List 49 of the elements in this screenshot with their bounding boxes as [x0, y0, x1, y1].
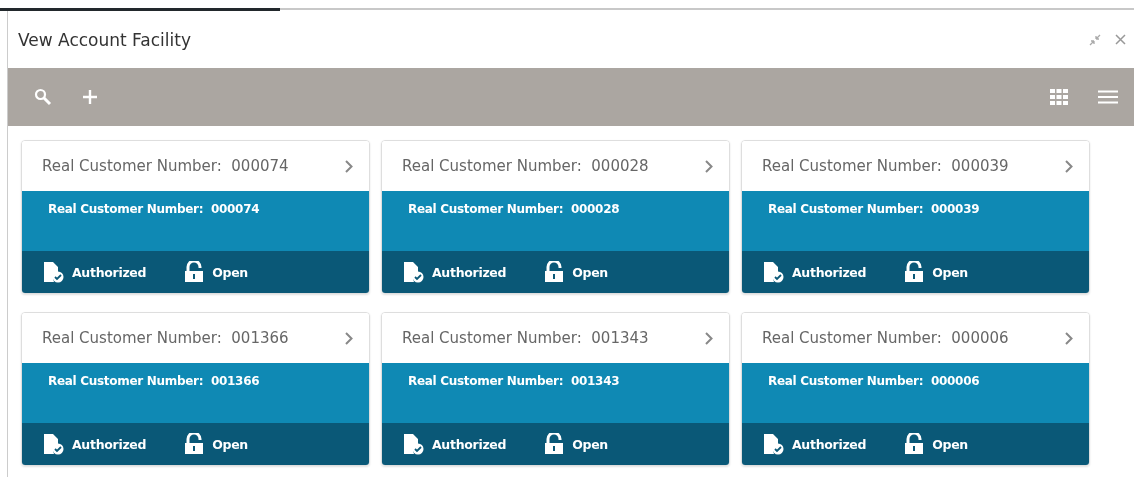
authorization-status: Authorized — [72, 264, 147, 280]
record-status: Open — [212, 436, 248, 452]
document-check-icon — [402, 433, 424, 455]
document-check-icon — [762, 433, 784, 455]
minimize-icon[interactable] — [1089, 33, 1101, 46]
chevron-icon — [705, 159, 713, 173]
card-subtitle: Real Customer Number: 000006 — [768, 374, 980, 388]
document-check-icon — [402, 261, 424, 283]
unlocked-padlock-icon — [544, 261, 565, 283]
chevron-icon — [1065, 159, 1073, 173]
authorization-status: Authorized — [432, 264, 507, 280]
unlocked-padlock-icon — [904, 261, 925, 283]
card-header-link[interactable]: Real Customer Number: 000074 — [22, 141, 369, 191]
unlocked-padlock-icon — [184, 261, 205, 283]
record-status: Open — [572, 264, 608, 280]
document-check-icon — [762, 261, 784, 283]
authorization-status: Authorized — [72, 436, 147, 452]
authorization-status: Authorized — [792, 436, 867, 452]
card-header-link[interactable]: Real Customer Number: 001366 — [22, 313, 369, 363]
card-subtitle: Real Customer Number: 000039 — [768, 202, 980, 216]
card-subtitle: Real Customer Number: 000028 — [408, 202, 620, 216]
grid-icon — [1050, 89, 1068, 105]
card-subtitle: Real Customer Number: 001366 — [48, 374, 260, 388]
chevron-icon — [345, 159, 353, 173]
unlocked-padlock-icon — [184, 433, 205, 455]
document-check-icon — [42, 433, 64, 455]
unlocked-padlock-icon — [904, 433, 925, 455]
close-icon[interactable] — [1115, 34, 1126, 45]
card-header-link[interactable]: Real Customer Number: 000006 — [742, 313, 1089, 363]
card-header-link[interactable]: Real Customer Number: 000028 — [382, 141, 729, 191]
chevron-icon — [345, 331, 353, 345]
card-header-link[interactable]: Real Customer Number: 001343 — [382, 313, 729, 363]
plus-icon — [82, 89, 98, 105]
card-subtitle: Real Customer Number: 001343 — [408, 374, 620, 388]
card-subtitle: Real Customer Number: 000074 — [48, 202, 260, 216]
menu-icon — [1098, 90, 1118, 104]
record-status: Open — [932, 264, 968, 280]
record-status: Open — [212, 264, 248, 280]
authorization-status: Authorized — [432, 436, 507, 452]
search-icon — [34, 88, 52, 106]
window-title: Vew Account Facility — [18, 29, 191, 50]
document-check-icon — [42, 261, 64, 283]
unlocked-padlock-icon — [544, 433, 565, 455]
card-header-link[interactable]: Real Customer Number: 000039 — [742, 141, 1089, 191]
chevron-icon — [705, 331, 713, 345]
authorization-status: Authorized — [792, 264, 867, 280]
chevron-icon — [1065, 331, 1073, 345]
record-status: Open — [572, 436, 608, 452]
record-status: Open — [932, 436, 968, 452]
